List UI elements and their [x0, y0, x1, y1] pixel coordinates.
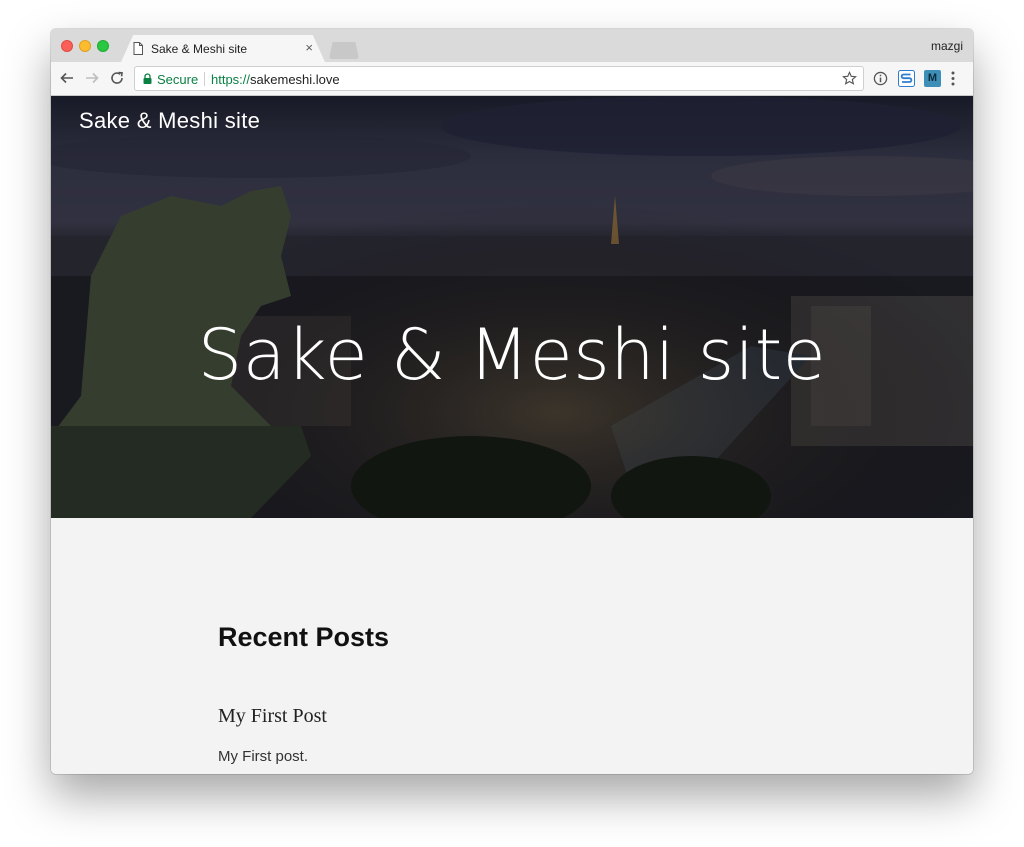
extension-m-icon[interactable]: M: [924, 70, 941, 87]
tab-title: Sake & Meshi site: [151, 42, 248, 56]
main-content: Recent Posts My First Post My First post…: [51, 518, 973, 774]
post-title-link[interactable]: My First Post: [218, 705, 327, 728]
cityscape-image: [51, 96, 973, 518]
tab-active[interactable]: Sake & Meshi site ×: [121, 35, 325, 62]
window-minimize-button[interactable]: [79, 40, 91, 52]
window-close-button[interactable]: [61, 40, 73, 52]
kebab-menu-icon[interactable]: [949, 70, 957, 87]
security-label: Secure: [157, 72, 199, 87]
page-icon: [133, 42, 143, 55]
recent-posts-heading: Recent Posts: [218, 622, 390, 652]
lock-icon: [143, 73, 152, 84]
url-text[interactable]: https://sakemeshi.love: [211, 72, 340, 87]
address-separator: [204, 72, 205, 86]
hero-title: Sake & Meshi site: [197, 314, 827, 396]
address-bar[interactable]: Secure https://sakemeshi.love: [134, 66, 864, 91]
window-maximize-button[interactable]: [97, 40, 109, 52]
tab-strip: Sake & Meshi site × mazgi: [51, 29, 973, 62]
new-tab-button[interactable]: [329, 42, 359, 59]
profile-name[interactable]: mazgi: [931, 39, 963, 53]
site-title-link[interactable]: Sake & Meshi site: [79, 108, 260, 134]
hero-banner: Sake & Meshi site Sake & Meshi site: [51, 96, 973, 518]
back-arrow-icon[interactable]: [59, 70, 75, 86]
browser-window: Sake & Meshi site × mazgi Secure https:/…: [51, 29, 973, 774]
star-icon[interactable]: [842, 71, 857, 86]
extension-s-icon[interactable]: [898, 70, 915, 87]
url-host: sakemeshi.love: [250, 72, 340, 87]
forward-arrow-icon[interactable]: [84, 70, 100, 86]
browser-toolbar: Secure https://sakemeshi.love M: [51, 62, 973, 96]
url-scheme: https://: [211, 72, 251, 87]
info-icon[interactable]: [873, 71, 888, 86]
reload-icon[interactable]: [109, 70, 125, 86]
tab-close-icon[interactable]: ×: [305, 40, 313, 55]
post-excerpt: My First post.: [218, 748, 309, 765]
